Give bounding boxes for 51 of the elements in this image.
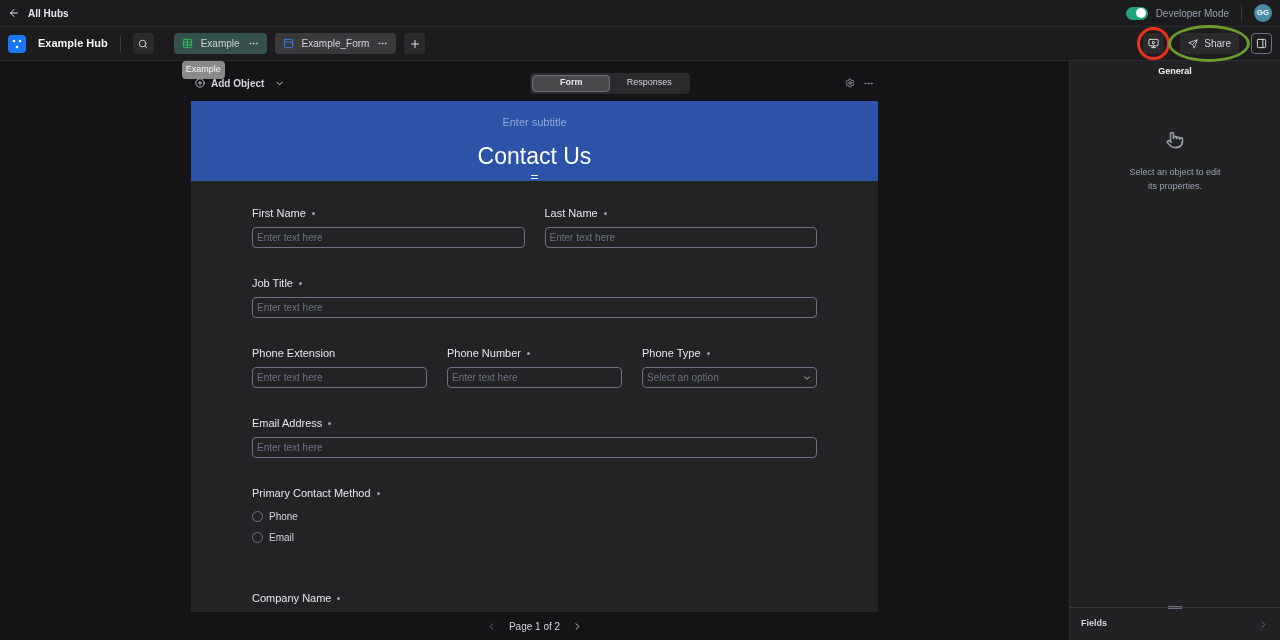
- add-tab-button[interactable]: [404, 33, 426, 54]
- text-field[interactable]: Enter text here: [252, 227, 525, 248]
- field-label: Last Name: [544, 205, 598, 221]
- circle-plus-icon: [195, 78, 205, 88]
- user-avatar[interactable]: GG: [1254, 4, 1272, 22]
- radio-label: Email: [269, 531, 294, 545]
- pointer-icon: [1166, 130, 1184, 149]
- object-tab[interactable]: Example_Form: [274, 33, 397, 54]
- field-label: First Name: [252, 205, 306, 221]
- search-icon: [138, 38, 149, 49]
- panel-toggle-button[interactable]: [1251, 33, 1272, 54]
- section-label[interactable]: Fields: [1081, 617, 1107, 631]
- text-field[interactable]: Enter text here: [544, 227, 817, 248]
- page-indicator: Page 1 of 2: [508, 619, 561, 634]
- toggle-switch[interactable]: [1125, 6, 1148, 20]
- drag-handle-icon[interactable]: [531, 175, 538, 179]
- toggle-label: Developer Mode: [1155, 6, 1229, 21]
- search-button[interactable]: [132, 33, 154, 54]
- field-label: Email Address: [252, 415, 323, 431]
- form-title[interactable]: Contact Us: [477, 138, 592, 173]
- field-label: Phone Type: [642, 345, 701, 361]
- hub-logo: [8, 34, 26, 53]
- field-label: Phone Extension: [252, 345, 336, 361]
- resize-handle-icon[interactable]: [1168, 606, 1182, 609]
- radio-label: Phone: [269, 510, 298, 524]
- plus-icon: [408, 37, 421, 50]
- table-icon: [181, 38, 193, 49]
- empty-message: Select an object to edit its properties.: [1128, 165, 1222, 193]
- hub-name: Example Hub: [38, 36, 108, 52]
- panel-title: General: [1158, 65, 1192, 78]
- text-field[interactable]: Enter text here: [252, 367, 427, 388]
- preview-button[interactable]: [1143, 33, 1165, 54]
- field-label: Primary Contact Method: [252, 485, 371, 501]
- monitor-play-icon: [1148, 38, 1160, 49]
- field-label: Phone Number: [447, 345, 521, 361]
- form-icon: [282, 38, 294, 49]
- text-field[interactable]: Enter text here: [447, 367, 622, 388]
- view-tab[interactable]: Responses: [610, 74, 689, 92]
- back-arrow-icon: [8, 7, 20, 19]
- view-tab[interactable]: Form: [532, 74, 611, 92]
- panel-icon: [1256, 38, 1267, 49]
- share-button[interactable]: Share: [1180, 33, 1239, 54]
- text-field[interactable]: Enter text here: [252, 297, 817, 318]
- text-field[interactable]: Enter text here: [252, 437, 817, 458]
- settings-icon[interactable]: [845, 78, 855, 88]
- field-label: Company Name: [252, 590, 332, 606]
- back-link[interactable]: All Hubs: [8, 5, 69, 21]
- tooltip: Example: [181, 61, 225, 79]
- object-tab[interactable]: Example: [173, 33, 267, 54]
- send-icon: [1188, 38, 1199, 49]
- field-label: Job Title: [252, 275, 293, 291]
